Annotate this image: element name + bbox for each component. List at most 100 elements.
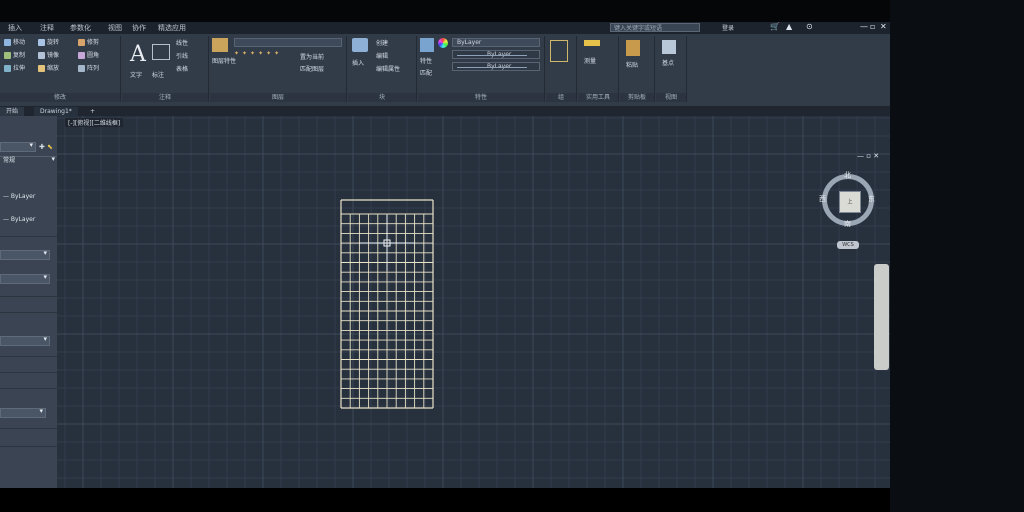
text-icon[interactable]: A [130,42,146,67]
panel-title[interactable]: 注释 [122,93,208,102]
stretch-icon [4,65,11,72]
tab-start[interactable]: 开始 [0,107,25,116]
search-input[interactable]: 键入关键字或短语 [610,23,700,32]
plotstyle-dropdown[interactable] [0,335,50,346]
set-current-tool[interactable]: 置为当前 [300,52,324,61]
compass-south[interactable]: 南 [844,219,851,229]
help-icon[interactable]: ▲ [786,22,792,31]
insert-block-tool[interactable]: 插入 [352,58,364,67]
viewcube[interactable]: 北 南 东 西 上 [819,171,882,234]
create-block-tool[interactable]: 创建 [376,38,388,47]
menu-tab[interactable]: 注释 [40,23,54,33]
panel-title[interactable]: 块 [348,93,416,102]
panel-title[interactable]: 剪贴板 [620,93,654,102]
array-tool[interactable]: 阵列 [78,63,99,72]
color-property[interactable]: — ByLayer [0,192,57,202]
mirror-tool[interactable]: 镜像 [38,50,59,59]
menu-tab[interactable]: 插入 [8,23,22,33]
layer-properties-tool[interactable]: 图层特性 [212,56,236,65]
move-tool[interactable]: 移动 [4,37,25,46]
minimize-button[interactable]: — [860,22,868,31]
panel-title[interactable]: 修改 [0,93,120,102]
text-tool-label[interactable]: 文字 [130,70,142,79]
measure-icon[interactable] [584,40,600,46]
divider [0,372,57,373]
linear-tool[interactable]: 线性 [176,38,188,47]
quick-select-icon[interactable]: ✚ [39,143,45,151]
measure-tool[interactable]: 测量 [584,56,596,65]
edit-attributes-tool[interactable]: 编辑属性 [376,64,400,73]
selection-dropdown[interactable] [0,141,36,152]
panel-title[interactable]: 特性 [418,93,544,102]
panel-title[interactable]: 图层 [210,93,346,102]
fillet-tool[interactable]: 圆角 [78,50,99,59]
scale-tool[interactable]: 缩放 [38,63,59,72]
menu-tab[interactable]: 协作 [132,23,146,33]
block-panel: 插入 创建 编辑 编辑属性 块 [348,36,417,102]
misc-dropdown[interactable] [0,407,46,418]
viewport-controls[interactable]: [-][俯视][二维线框] [65,118,124,127]
group-icon[interactable] [550,40,568,62]
array-icon [78,65,85,72]
rotate-tool[interactable]: 旋转 [38,37,59,46]
trim-tool[interactable]: 修剪 [78,37,99,46]
base-view-tool[interactable]: 基点 [662,58,674,67]
paste-icon[interactable] [626,40,640,56]
compass-north[interactable]: 北 [844,170,851,180]
drawing-canvas[interactable]: [-][俯视][二维线框] — ▫ ✕ 北 南 东 西 上 WCS [57,116,890,488]
base-view-icon[interactable] [662,40,676,54]
annotation-panel: A 文字 标注 线性 引线 表格 注释 [122,36,209,102]
edit-block-tool[interactable]: 编辑 [376,51,388,60]
copy-tool[interactable]: 复制 [4,50,25,59]
title-bar: 插入 注释 参数化 视图 协作 精选应用 键入关键字或短语 登录 🛒 ▲ ⊙ —… [0,22,890,34]
stretch-tool[interactable]: 拉伸 [4,63,25,72]
wcs-menu-button[interactable]: WCS [837,241,859,249]
copy-icon [4,52,11,59]
properties-tool[interactable]: 特性 [420,56,432,65]
leader-tool[interactable]: 引线 [176,51,188,60]
sign-in-link[interactable]: 登录 [722,23,734,32]
panel-title[interactable]: 视图 [656,93,686,102]
layer-dropdown[interactable] [234,38,342,47]
properties-icon[interactable] [420,38,434,52]
general-label: 常规 [3,157,16,164]
layer-state-icons: ✦✦✦✦✦✦ [234,50,283,57]
monitor-bezel [890,0,1024,512]
compass-west[interactable]: 西 [819,194,826,204]
color-wheel-icon [438,38,448,48]
new-tab-button[interactable]: + [84,107,101,116]
compass-east[interactable]: 东 [868,194,875,204]
tab-drawing1[interactable]: Drawing1* [34,107,78,116]
panel-title[interactable]: 组 [546,93,576,102]
match-properties-tool[interactable]: 匹配 [420,68,432,77]
select-objects-icon[interactable]: ⬉ [47,143,53,151]
paste-tool[interactable]: 粘贴 [626,60,638,69]
layer-property[interactable]: — ByLayer [0,215,57,225]
linetype-scale-dropdown[interactable] [0,273,50,284]
vertical-scrollbar[interactable] [874,264,889,370]
maximize-button[interactable]: ▫ [870,22,875,31]
linetype-dropdown[interactable]: ByLayer [452,62,540,71]
lineweight-dropdown[interactable]: ByLayer [452,50,540,59]
match-layer-tool[interactable]: 匹配图层 [300,64,324,73]
menu-tab[interactable]: 视图 [108,23,122,33]
color-dropdown[interactable]: ByLayer [452,38,540,47]
dimension-icon[interactable] [152,44,170,60]
close-button[interactable]: ✕ [880,22,887,31]
viewcube-top-face[interactable]: 上 [839,191,861,213]
modify-panel: 移动 旋转 修剪 复制 镜像 圆角 拉伸 缩放 阵列 修改 [0,36,121,102]
table-tool[interactable]: 表格 [176,64,188,73]
insert-block-icon[interactable] [352,38,368,52]
linetype-property-dropdown[interactable] [0,249,50,260]
divider [0,312,57,313]
dimension-tool-label[interactable]: 标注 [152,70,164,79]
menu-tab[interactable]: 参数化 [70,23,91,33]
menu-tab[interactable]: 精选应用 [158,23,186,33]
panel-title[interactable]: 实用工具 [578,93,618,102]
layers-panel: 图层特性 ✦✦✦✦✦✦ 置为当前 匹配图层 图层 [210,36,347,102]
viewport-window-controls[interactable]: — ▫ ✕ [857,152,879,160]
info-icon[interactable]: ⊙ [806,22,813,31]
scale-icon [38,65,45,72]
layer-properties-icon[interactable] [212,38,228,52]
cart-icon[interactable]: 🛒 [770,22,780,31]
